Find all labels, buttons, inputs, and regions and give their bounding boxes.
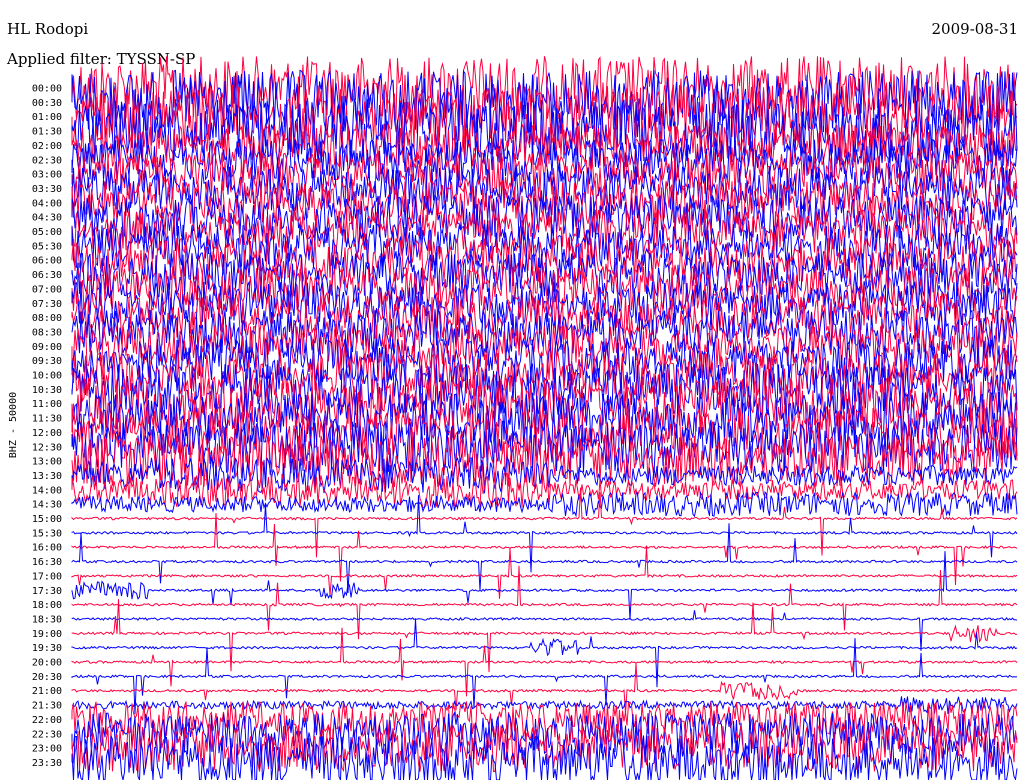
time-tick-label: 13:00 <box>32 457 62 468</box>
trace-line <box>71 512 1018 586</box>
time-tick-label: 10:00 <box>32 371 62 382</box>
time-tick-label: 17:30 <box>32 586 62 597</box>
time-tick-label: 07:00 <box>32 284 62 295</box>
time-tick-labels: 00:00 00:30 01:00 01:30 02:00 02:30 03:00 03:30… <box>32 84 62 769</box>
time-tick-label: 11:30 <box>32 414 62 425</box>
time-tick-label: 16:00 <box>32 543 62 554</box>
time-tick-label: 04:30 <box>32 213 62 224</box>
time-tick-label: 03:30 <box>32 184 62 195</box>
time-tick-label: 06:30 <box>32 270 62 281</box>
time-tick-label: 04:00 <box>32 198 62 209</box>
time-tick-label: 01:00 <box>32 112 62 123</box>
time-tick-label: 09:00 <box>32 342 62 353</box>
time-tick-label: 21:00 <box>32 686 62 697</box>
time-tick-label: 22:30 <box>32 729 62 740</box>
time-tick-label: 15:30 <box>32 528 62 539</box>
time-tick-label: 14:00 <box>32 485 62 496</box>
trace-line <box>71 565 1018 640</box>
trace-line <box>71 546 1018 599</box>
time-tick-label: 07:30 <box>32 299 62 310</box>
trace-line <box>71 638 1018 715</box>
time-tick-label: 12:30 <box>32 442 62 453</box>
time-tick-label: 00:30 <box>32 98 62 109</box>
time-tick-label: 15:00 <box>32 514 62 525</box>
time-tick-label: 01:30 <box>32 127 62 138</box>
time-tick-label: 05:00 <box>32 227 62 238</box>
time-tick-label: 00:00 <box>32 84 62 95</box>
time-tick-label: 16:30 <box>32 557 62 568</box>
time-tick-label: 11:00 <box>32 399 62 410</box>
time-tick-label: 02:30 <box>32 155 62 166</box>
time-tick-label: 08:30 <box>32 327 62 338</box>
channel-label: BHZ - 50000 <box>8 392 19 458</box>
time-tick-label: 09:30 <box>32 356 62 367</box>
time-tick-label: 19:30 <box>32 643 62 654</box>
time-tick-label: 21:30 <box>32 701 62 712</box>
time-tick-label: 10:30 <box>32 385 62 396</box>
time-tick-label: 02:00 <box>32 141 62 152</box>
time-tick-label: 18:00 <box>32 600 62 611</box>
time-tick-label: 03:00 <box>32 170 62 181</box>
time-tick-label: 05:30 <box>32 241 62 252</box>
time-tick-label: 08:00 <box>32 313 62 324</box>
trace-line <box>71 627 1018 697</box>
time-tick-label: 22:00 <box>32 715 62 726</box>
time-tick-label: 19:00 <box>32 629 62 640</box>
time-tick-label: 18:30 <box>32 614 62 625</box>
helicorder-plot: 00:00 00:30 01:00 01:30 02:00 02:30 03:00 03:30… <box>8 56 1018 780</box>
time-tick-label: 20:30 <box>32 672 62 683</box>
time-tick-label: 14:30 <box>32 500 62 511</box>
time-tick-label: 23:00 <box>32 744 62 755</box>
time-tick-label: 06:00 <box>32 256 62 267</box>
time-tick-label: 17:00 <box>32 571 62 582</box>
trace-group <box>71 56 1018 780</box>
time-tick-label: 13:30 <box>32 471 62 482</box>
time-tick-label: 23:30 <box>32 758 62 769</box>
time-tick-label: 20:00 <box>32 658 62 669</box>
time-tick-label: 12:00 <box>32 428 62 439</box>
